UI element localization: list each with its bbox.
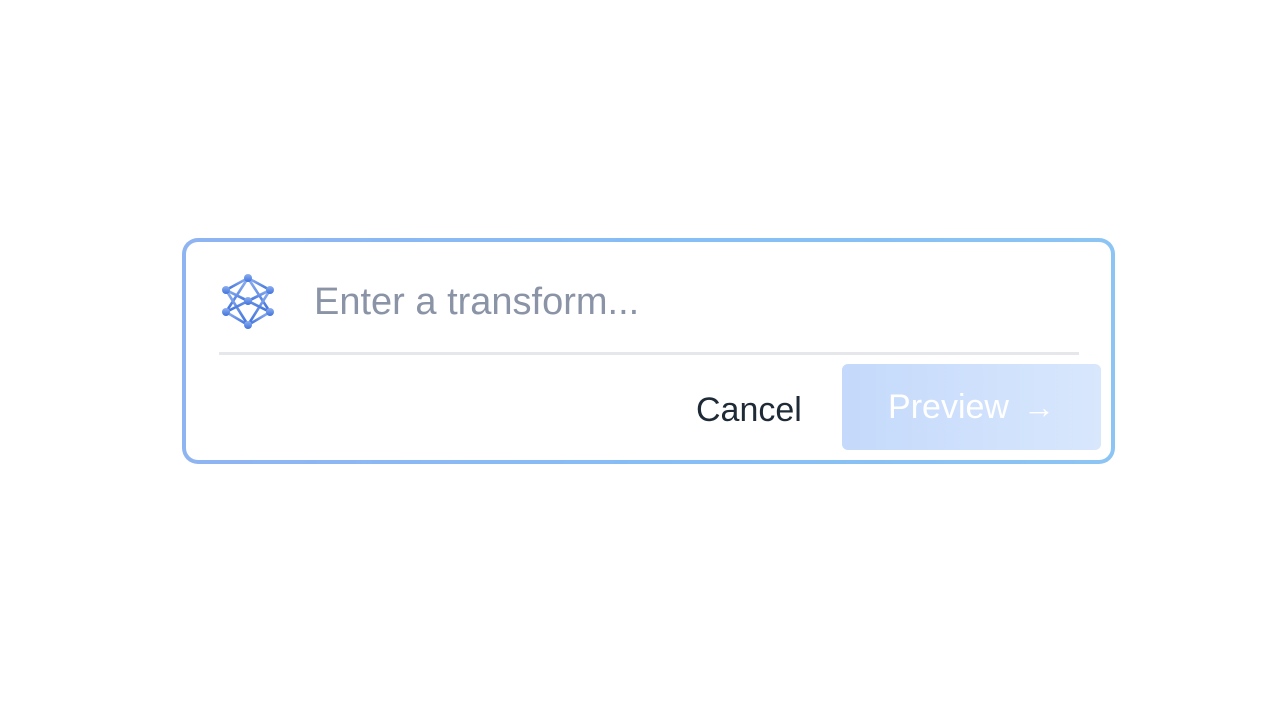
transform-input[interactable] bbox=[314, 280, 1078, 324]
page: Cancel Preview → bbox=[0, 0, 1280, 720]
panel-body: Cancel Preview → bbox=[186, 242, 1111, 460]
cancel-button[interactable]: Cancel bbox=[676, 372, 822, 448]
network-icon bbox=[218, 272, 278, 332]
arrow-right-icon: → bbox=[1022, 389, 1055, 425]
preview-button[interactable]: Preview → bbox=[842, 364, 1101, 450]
transform-prompt-panel: Cancel Preview → bbox=[182, 238, 1115, 464]
input-row bbox=[218, 270, 1078, 334]
divider bbox=[219, 352, 1079, 355]
preview-button-label: Preview bbox=[888, 387, 1009, 426]
